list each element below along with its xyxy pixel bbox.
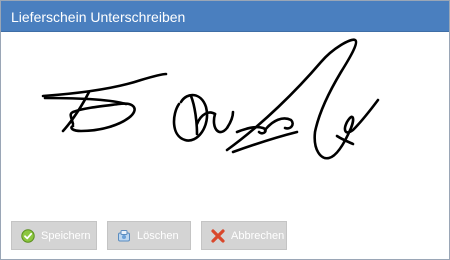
dialog-titlebar[interactable]: Lieferschein Unterschreiben xyxy=(1,1,449,32)
save-button[interactable]: Speichern xyxy=(11,221,97,250)
cancel-button[interactable]: Abbrechen xyxy=(201,221,287,250)
signature-dialog: Lieferschein Unterschreiben Speichern Lö… xyxy=(0,0,450,260)
clear-button[interactable]: Löschen xyxy=(107,221,191,250)
signature-strokes xyxy=(41,38,380,160)
red-x-icon xyxy=(211,229,225,243)
eraser-icon xyxy=(117,229,131,243)
save-button-label: Speichern xyxy=(41,230,91,242)
dialog-title: Lieferschein Unterschreiben xyxy=(11,9,186,25)
cancel-button-label: Abbrechen xyxy=(231,230,285,242)
signature-pad[interactable] xyxy=(1,32,449,204)
check-circle-icon xyxy=(21,229,35,243)
clear-button-label: Löschen xyxy=(137,230,179,242)
